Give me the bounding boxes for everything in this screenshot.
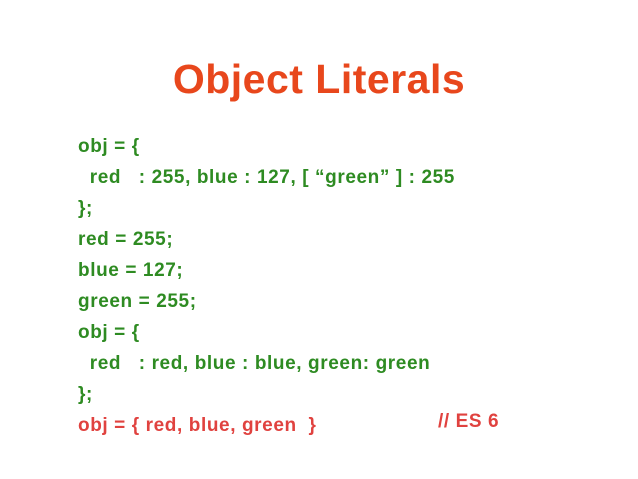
es6-comment: // ES 6 [438, 411, 500, 432]
code-line: obj = { [78, 322, 140, 343]
slide: Object Literals obj = { red : 255, blue … [0, 0, 638, 479]
slide-title: Object Literals [172, 56, 466, 102]
code-line: obj = { [78, 136, 140, 157]
code-line: red = 255; [78, 229, 174, 250]
code-line: blue = 127; [78, 260, 184, 281]
code-line: }; [78, 198, 93, 219]
code-line: green = 255; [78, 291, 197, 312]
es6-shorthand-line: obj = { red, blue, green } [78, 415, 317, 436]
code-line: red : 255, blue : 127, [ “green” ] : 255 [78, 167, 455, 188]
code-block: obj = { red : 255, blue : 127, [ “green”… [78, 131, 455, 441]
code-line: }; [78, 384, 93, 405]
code-line: red : red, blue : blue, green: green [78, 353, 431, 374]
